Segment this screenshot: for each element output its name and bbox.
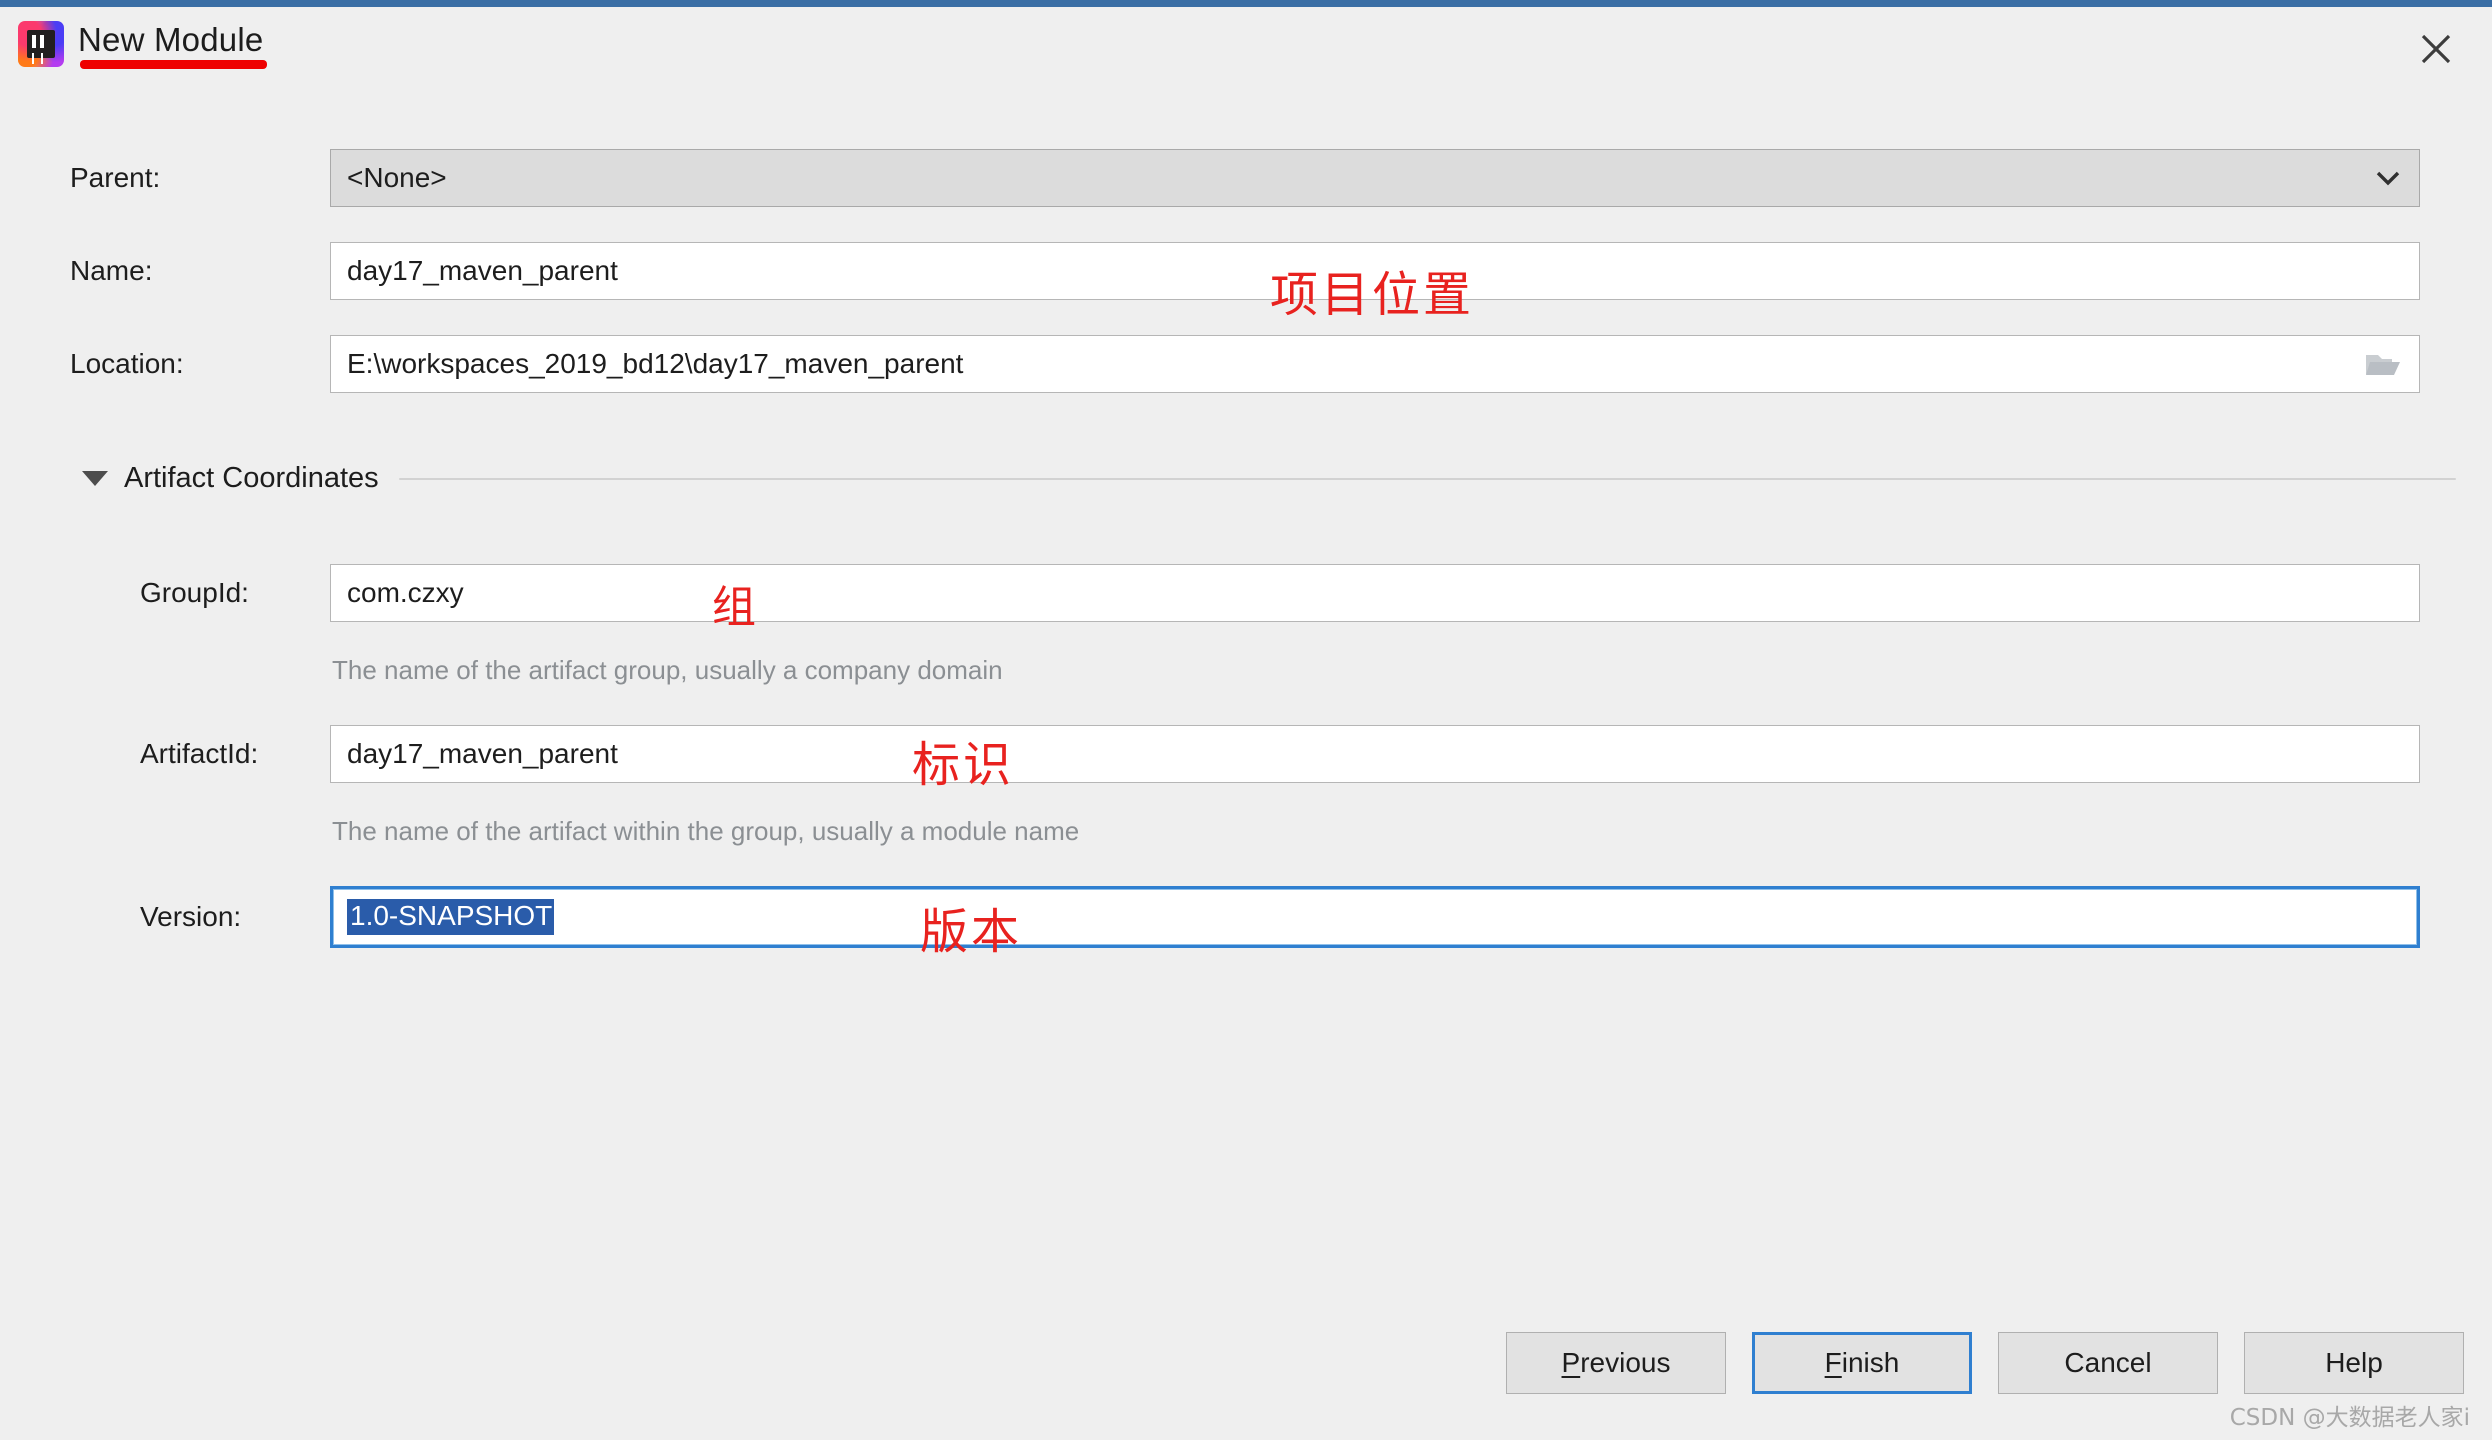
parent-label: Parent: [70,162,161,193]
group-id-hint: The name of the artifact group, usually … [332,655,1003,685]
location-value: E:\workspaces_2019_bd12\day17_maven_pare… [347,348,964,379]
cancel-button-label: Cancel [2064,1347,2152,1378]
finish-button-label: Finish [1824,1347,1900,1378]
artifact-coordinates-section-header[interactable]: Artifact Coordinates [82,462,2456,495]
finish-button[interactable]: Finish [1752,1332,1972,1394]
dialog-title: New Module [78,21,264,58]
location-input[interactable]: E:\workspaces_2019_bd12\day17_maven_pare… [330,335,2420,393]
collapse-triangle-icon[interactable] [82,471,108,486]
section-divider [398,477,2456,480]
name-value: day17_maven_parent [347,255,618,286]
cancel-button[interactable]: Cancel [1998,1332,2218,1394]
version-label: Version: [140,901,242,932]
parent-select[interactable]: <None> [330,149,2420,207]
parent-value: <None> [347,162,447,193]
artifact-id-hint: The name of the artifact within the grou… [332,816,1080,846]
artifact-id-value: day17_maven_parent [347,738,618,769]
group-id-row: GroupId: com.czxy [0,564,2492,622]
artifact-id-label: ArtifactId: [140,738,259,769]
name-label: Name: [70,255,153,286]
dialog-button-bar: Previous Finish Cancel Help [1506,1332,2464,1394]
watermark: CSDN @大数据老人家i [2229,1405,2470,1431]
group-id-input[interactable]: com.czxy [330,564,2420,622]
group-id-value: com.czxy [347,577,464,608]
chevron-down-icon [2375,170,2401,186]
artifact-id-input[interactable]: day17_maven_parent [330,725,2420,783]
dialog-titlebar: New Module [0,7,2492,92]
artifact-coordinates-label: Artifact Coordinates [124,462,379,494]
artifact-id-row: ArtifactId: day17_maven_parent [0,725,2492,783]
annotation-group: 组 [712,582,759,633]
annotation-project-location: 项目位置 [1270,267,1475,323]
group-id-label: GroupId: [140,577,249,608]
version-value: 1.0-SNAPSHOT [347,899,555,935]
title-group: New Module [18,21,268,69]
location-label: Location: [70,348,184,379]
location-row: Location: E:\workspaces_2019_bd12\day17_… [0,335,2492,393]
new-module-dialog: New Module Parent: <None> Name: day17_ma… [0,0,2492,1440]
version-row: Version: 1.0-SNAPSHOT [0,886,2492,948]
help-button-label: Help [2325,1347,2383,1378]
title-red-underline-annotation [80,60,268,69]
previous-button-label: Previous [1561,1347,1671,1378]
intellij-idea-icon [18,21,64,67]
annotation-identifier: 标识 [912,737,1015,793]
folder-open-icon[interactable] [2363,348,2403,380]
previous-button[interactable]: Previous [1506,1332,1726,1394]
close-icon [2421,34,2451,64]
help-button[interactable]: Help [2244,1332,2464,1394]
parent-row: Parent: <None> [0,149,2492,207]
version-input[interactable]: 1.0-SNAPSHOT [330,886,2420,948]
close-button[interactable] [2408,21,2464,77]
annotation-version: 版本 [920,904,1023,960]
name-row: Name: day17_maven_parent [0,242,2492,300]
